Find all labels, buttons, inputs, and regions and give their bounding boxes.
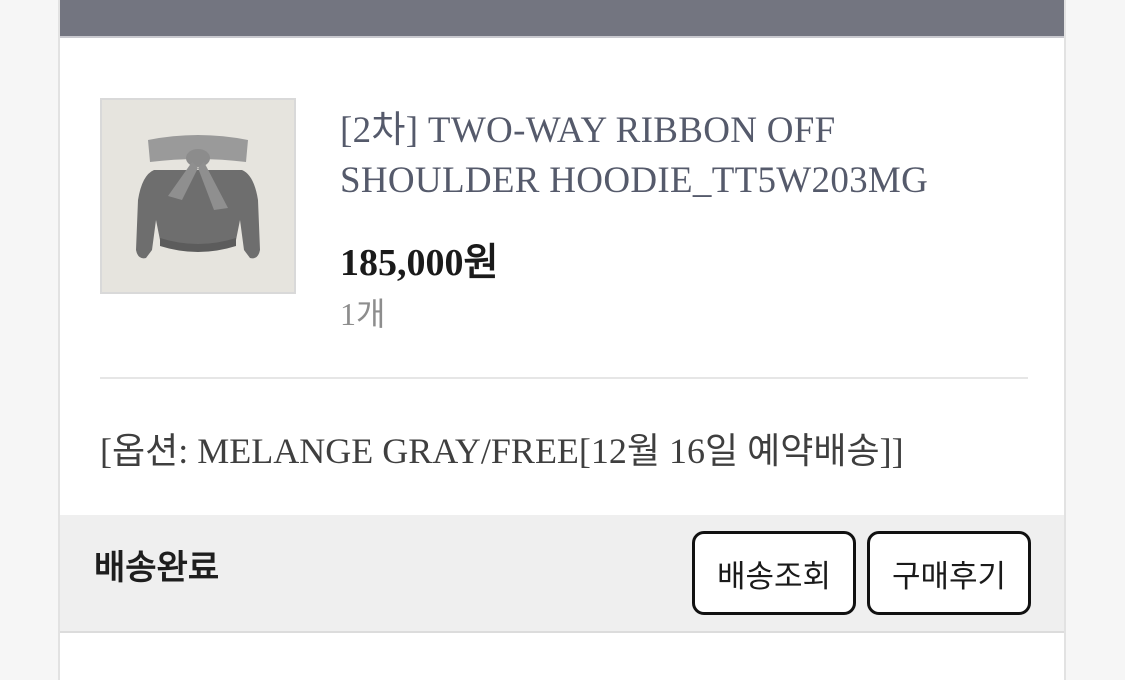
order-item-card: [2차] TWO-WAY RIBBON OFF SHOULDER HOODIE_… <box>58 0 1066 680</box>
hoodie-image-icon <box>102 100 294 292</box>
section-header-bar <box>60 0 1064 38</box>
product-name[interactable]: [2차] TWO-WAY RIBBON OFF SHOULDER HOODIE_… <box>340 106 1000 206</box>
product-thumbnail[interactable] <box>100 98 296 294</box>
product-option: [옵션: MELANGE GRAY/FREE[12월 16일 예약배송]] <box>100 431 904 471</box>
delivery-status: 배송완료 <box>94 548 220 588</box>
product-quantity: 1개 <box>340 296 386 332</box>
write-review-button[interactable]: 구매후기 <box>867 531 1031 615</box>
product-price: 185,000원 <box>340 242 499 284</box>
delivery-status-bar: 배송완료 배송조회 구매후기 <box>60 515 1064 633</box>
track-delivery-button[interactable]: 배송조회 <box>692 531 856 615</box>
divider <box>100 377 1028 379</box>
